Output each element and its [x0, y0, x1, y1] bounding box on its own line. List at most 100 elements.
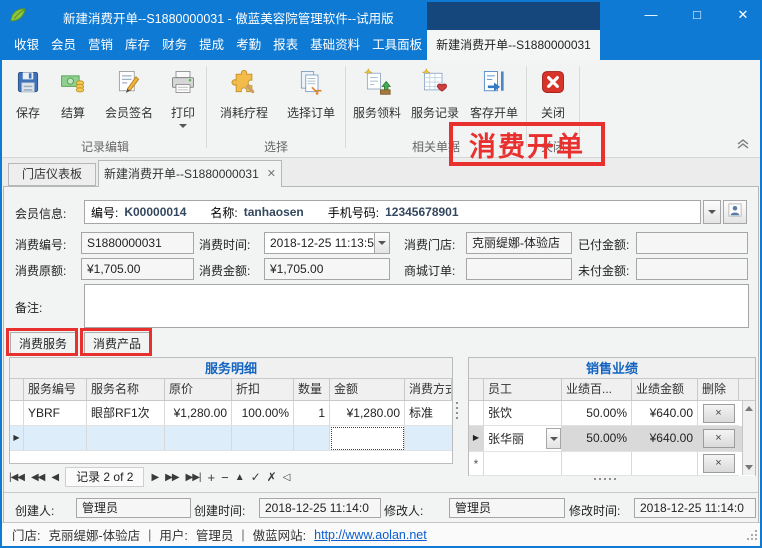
store-field[interactable]: 克丽缇娜-体验店: [466, 232, 572, 254]
remark-textarea[interactable]: [84, 284, 749, 328]
col-original-price[interactable]: 原价: [165, 379, 232, 400]
unpaid-amount-field[interactable]: [636, 258, 748, 280]
ribbon-collapse-icon[interactable]: [736, 136, 750, 154]
minimize-button[interactable]: —: [636, 0, 666, 30]
print-button[interactable]: 打印: [162, 66, 204, 128]
tab-new-consume-order[interactable]: 新建消费开单--S1880000031 ✕: [98, 160, 282, 187]
close-form-button[interactable]: 关闭: [529, 66, 577, 121]
menu-member[interactable]: 会员: [45, 30, 82, 60]
menu-basic-data[interactable]: 基础资料: [304, 30, 366, 60]
cell-code[interactable]: YBRF: [24, 401, 87, 426]
service-material-button[interactable]: 服务领料: [348, 66, 406, 121]
consume-time-dropdown[interactable]: [374, 232, 390, 254]
cell-percent[interactable]: 50.00%: [562, 401, 632, 426]
cell-amount-focused[interactable]: [330, 426, 405, 451]
col-percent[interactable]: 业绩百...: [562, 379, 632, 400]
menu-reports[interactable]: 报表: [267, 30, 304, 60]
col-employee[interactable]: 员工: [484, 379, 562, 400]
member-dropdown-button[interactable]: [703, 200, 721, 224]
table-splitter-handle[interactable]: [456, 399, 459, 422]
original-amount-field[interactable]: ¥1,705.00: [81, 258, 194, 280]
menu-marketing[interactable]: 营销: [82, 30, 119, 60]
col-perf-amount[interactable]: 业绩金额: [632, 379, 698, 400]
service-record-button[interactable]: 服务记录: [406, 66, 464, 121]
nav-next-page-button[interactable]: ▶▶: [165, 472, 178, 483]
ribbon-tab-active[interactable]: 新建消费开单--S1880000031: [427, 30, 600, 60]
delete-row-button[interactable]: ×: [703, 404, 735, 423]
nav-cancel-button[interactable]: ✗: [267, 470, 276, 484]
nav-prev-page-button[interactable]: ◀◀: [31, 472, 44, 483]
menu-commission[interactable]: 提成: [193, 30, 230, 60]
consume-amount-field[interactable]: ¥1,705.00: [264, 258, 390, 280]
cell-method[interactable]: [405, 426, 452, 451]
sales-row-1[interactable]: 张饮 50.00% ¥640.00 ×: [469, 401, 755, 426]
cell-percent[interactable]: [562, 452, 632, 476]
tab-store-dashboard[interactable]: 门店仪表板: [8, 163, 96, 186]
aolan-website-link[interactable]: http://www.aolan.net: [314, 528, 427, 542]
service-row-1[interactable]: YBRF 眼部RF1次 ¥1,280.00 100.00% 1 ¥1,280.0…: [10, 401, 452, 426]
consume-no-field[interactable]: S1880000031: [81, 232, 194, 254]
cell-percent[interactable]: 50.00%: [562, 426, 632, 452]
select-order-button[interactable]: 选择订单: [279, 66, 343, 121]
cell-employee[interactable]: 张华丽: [488, 427, 524, 451]
sales-table-scrollbar[interactable]: [742, 401, 755, 475]
member-signature-button[interactable]: 会员签名: [96, 66, 162, 121]
scroll-up-icon[interactable]: [743, 402, 755, 415]
cell-price[interactable]: [165, 426, 232, 451]
sales-table-resize-handle[interactable]: [594, 478, 616, 480]
cell-discount[interactable]: 100.00%: [232, 401, 294, 426]
cell-qty[interactable]: 1: [294, 401, 330, 426]
nav-delete-button[interactable]: −: [221, 470, 228, 485]
nav-post-button[interactable]: ✓: [251, 470, 260, 484]
nav-prev-button[interactable]: ◀: [51, 472, 58, 483]
close-window-button[interactable]: ✕: [728, 0, 758, 30]
delete-row-button[interactable]: ×: [703, 429, 735, 448]
col-discount[interactable]: 折扣: [232, 379, 294, 400]
sales-row-new[interactable]: * ×: [469, 452, 755, 476]
cell-employee[interactable]: [484, 452, 562, 476]
service-row-2-selected[interactable]: ▶: [10, 426, 452, 451]
cell-name[interactable]: 眼部RF1次: [87, 401, 165, 426]
maximize-button[interactable]: □: [682, 0, 712, 30]
paid-amount-field[interactable]: [636, 232, 748, 254]
delete-row-button[interactable]: ×: [703, 454, 735, 473]
cell-method[interactable]: 标准: [405, 401, 452, 426]
modifier-field[interactable]: 管理员: [449, 498, 565, 518]
menu-inventory[interactable]: 库存: [119, 30, 156, 60]
consume-time-field[interactable]: 2018-12-25 11:13:55: [264, 232, 374, 254]
settle-button[interactable]: 结算: [50, 66, 96, 121]
nav-first-button[interactable]: |◀◀: [9, 472, 24, 483]
sales-row-2-selected[interactable]: ▶ 张华丽 50.00% ¥640.00 ×: [469, 426, 755, 452]
modified-time-field[interactable]: 2018-12-25 11:14:0: [634, 498, 756, 518]
nav-last-button[interactable]: ▶▶|: [186, 472, 201, 483]
menu-attendance[interactable]: 考勤: [230, 30, 267, 60]
employee-dropdown-button[interactable]: [546, 428, 561, 449]
cell-amount[interactable]: ¥640.00: [632, 401, 698, 426]
nav-next-button[interactable]: ▶: [151, 472, 158, 483]
mall-order-field[interactable]: [466, 258, 572, 280]
cell-discount[interactable]: [232, 426, 294, 451]
cell-code[interactable]: [24, 426, 87, 451]
created-time-field[interactable]: 2018-12-25 11:14:0: [259, 498, 381, 518]
consume-treatment-button[interactable]: 消耗疗程: [209, 66, 279, 121]
col-amount[interactable]: 金额: [330, 379, 405, 400]
member-lookup-button[interactable]: [723, 200, 747, 224]
cell-amount[interactable]: [632, 452, 698, 476]
cell-employee[interactable]: 张饮: [484, 401, 562, 426]
col-qty[interactable]: 数量: [294, 379, 330, 400]
creator-field[interactable]: 管理员: [76, 498, 191, 518]
cell-price[interactable]: ¥1,280.00: [165, 401, 232, 426]
cell-amount[interactable]: ¥640.00: [632, 426, 698, 452]
menu-finance[interactable]: 财务: [156, 30, 193, 60]
col-delete[interactable]: 删除: [698, 379, 739, 400]
col-service-name[interactable]: 服务名称: [87, 379, 165, 400]
col-service-code[interactable]: 服务编号: [24, 379, 87, 400]
nav-add-button[interactable]: +: [208, 470, 215, 485]
member-info-field[interactable]: 编号:K00000014 名称:tanhaosen 手机号码:123456789…: [84, 200, 701, 224]
tab-close-icon[interactable]: ✕: [267, 162, 276, 187]
save-button[interactable]: 保存: [6, 66, 50, 121]
scroll-down-icon[interactable]: [743, 461, 755, 474]
cell-amount[interactable]: ¥1,280.00: [330, 401, 405, 426]
nav-edit-button[interactable]: ▲: [235, 472, 244, 483]
menu-cashier[interactable]: 收银: [8, 30, 45, 60]
